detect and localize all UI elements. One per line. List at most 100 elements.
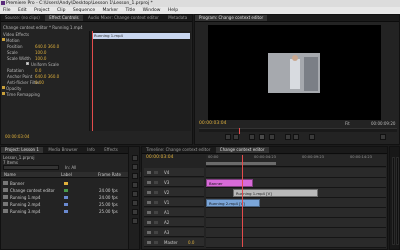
track-select-tool-icon[interactable] <box>132 164 138 170</box>
lock-icon[interactable] <box>154 191 158 194</box>
lock-icon[interactable] <box>154 171 158 174</box>
step-forward-button[interactable] <box>269 134 275 140</box>
tab-program[interactable]: Program: Change context editor <box>195 15 268 21</box>
menu-window[interactable]: Window <box>140 7 164 14</box>
slip-tool-icon[interactable] <box>132 191 138 197</box>
tab-sequence[interactable]: Change context editor <box>215 147 269 153</box>
property-anchor-point[interactable]: Anchor Point 640.0 360.0 <box>7 74 59 79</box>
lock-icon[interactable] <box>154 181 158 184</box>
step-back-button[interactable] <box>249 134 255 140</box>
speaker-icon[interactable] <box>147 211 151 214</box>
property-scale-width[interactable]: Scale Width 100.0 <box>7 56 46 61</box>
property-motion[interactable]: Motion <box>2 38 20 43</box>
speaker-icon[interactable] <box>147 241 151 244</box>
project-list-item[interactable]: Running 3.mp4 25.00 fps <box>1 208 137 215</box>
property-time-remapping[interactable]: Time Remapping <box>2 92 40 97</box>
timeline-timecode[interactable]: 00:00:03:04 <box>146 155 173 160</box>
eye-icon[interactable] <box>147 201 151 204</box>
tab-audio-mixer[interactable]: Audio Mixer: Change context editor <box>84 15 163 21</box>
project-list-item[interactable]: Running 2.mp4 25.00 fps <box>1 201 137 208</box>
property-value[interactable]: 640.0 360.0 <box>35 44 59 49</box>
track-header-v1[interactable]: V1 <box>144 198 204 207</box>
track-lane-a2[interactable] <box>206 218 386 228</box>
track-header-v3[interactable]: V3 <box>144 178 204 187</box>
property-value[interactable]: 0.0 <box>35 68 41 73</box>
mark-in-button[interactable] <box>225 134 231 140</box>
ripple-edit-tool-icon[interactable] <box>132 173 138 179</box>
tab-effect-controls[interactable]: Effect Controls <box>45 15 83 21</box>
pen-tool-icon[interactable] <box>132 200 138 206</box>
track-header-a3[interactable]: A3 <box>144 228 204 237</box>
speaker-icon[interactable] <box>147 221 151 224</box>
property-value[interactable]: 100.0 <box>35 50 46 55</box>
program-timecode-left[interactable]: 00:00:03:04 <box>199 121 226 126</box>
tab-source[interactable]: Source: (no clips) <box>1 15 44 21</box>
effect-playhead[interactable] <box>92 31 93 131</box>
tab-timeline[interactable]: Timeline: Change context editor <box>142 147 214 153</box>
project-in-select[interactable]: In: All <box>65 165 76 170</box>
zoom-tool-icon[interactable] <box>132 218 138 224</box>
lock-icon[interactable] <box>154 211 158 214</box>
program-fit-select[interactable]: Fit <box>345 121 350 126</box>
track-volume[interactable]: 0.0 <box>188 240 194 245</box>
eye-icon[interactable] <box>147 171 151 174</box>
track-header-master[interactable]: Master 0.0 <box>144 238 204 247</box>
menu-sequence[interactable]: Sequence <box>70 7 98 14</box>
track-lane-master[interactable] <box>206 238 386 248</box>
selection-tool-icon[interactable] <box>132 155 138 161</box>
timeline-playhead[interactable] <box>242 155 243 247</box>
tab-info[interactable]: Info <box>83 147 99 153</box>
razor-tool-icon[interactable] <box>132 182 138 188</box>
property-opacity[interactable]: Opacity <box>2 86 21 91</box>
menu-help[interactable]: Help <box>165 7 181 14</box>
property-position[interactable]: Position 640.0 360.0 <box>7 44 59 49</box>
hand-tool-icon[interactable] <box>132 209 138 215</box>
menu-file[interactable]: File <box>0 7 14 14</box>
column-label[interactable]: Label <box>61 172 72 177</box>
lock-icon[interactable] <box>154 241 158 244</box>
lock-icon[interactable] <box>154 221 158 224</box>
play-button[interactable] <box>259 134 265 140</box>
checkbox-icon[interactable] <box>26 62 29 65</box>
program-video-viewer[interactable] <box>208 25 381 120</box>
track-header-a2[interactable]: A2 <box>144 218 204 227</box>
program-playhead[interactable] <box>239 128 240 134</box>
mark-out-button[interactable] <box>233 134 239 140</box>
track-header-v2[interactable]: V2 <box>144 188 204 197</box>
tab-metadata[interactable]: Metadata <box>164 15 191 21</box>
timeline-clip[interactable]: Banner <box>206 179 253 187</box>
speaker-icon[interactable] <box>147 231 151 234</box>
property-value[interactable]: 0.00 <box>35 80 44 85</box>
project-list-item[interactable]: Running 1.mp4 24.00 fps <box>1 194 137 201</box>
lock-icon[interactable] <box>154 231 158 234</box>
tab-media-browser[interactable]: Media Browser <box>44 147 82 153</box>
program-scrub-bar[interactable] <box>199 128 397 134</box>
timeline-clip[interactable]: Running 2.mp4 [V] <box>206 199 260 207</box>
property-value[interactable]: 100.0 <box>35 56 46 61</box>
effect-mini-timeline[interactable]: Running 1.mp4 <box>89 31 191 131</box>
project-list-item[interactable]: Change context editor 24.00 fps <box>1 187 137 194</box>
column-name[interactable]: Name <box>4 172 16 177</box>
menu-marker[interactable]: Marker <box>100 7 122 14</box>
lift-button[interactable] <box>285 134 291 140</box>
menu-title[interactable]: Title <box>123 7 139 14</box>
property-value[interactable]: 640.0 360.0 <box>35 74 59 79</box>
track-lane-v4[interactable] <box>206 168 386 178</box>
extract-button[interactable] <box>293 134 299 140</box>
menu-edit[interactable]: Edit <box>15 7 30 14</box>
track-header-a1[interactable]: A1 <box>144 208 204 217</box>
tab-project[interactable]: Project: Lesson 1 <box>1 147 43 153</box>
effect-timecode[interactable]: 00:00:03:04 <box>5 134 29 139</box>
menu-clip[interactable]: Clip <box>54 7 69 14</box>
property-rotation[interactable]: Rotation 0.0 <box>7 68 41 73</box>
tab-effects[interactable]: Effects <box>100 147 122 153</box>
eye-icon[interactable] <box>147 191 151 194</box>
project-search-input[interactable] <box>3 165 59 170</box>
effect-clip-bar[interactable]: Running 1.mp4 <box>92 33 190 39</box>
work-area-bar[interactable] <box>206 162 276 165</box>
timeline-ruler[interactable]: 00:00 00:00:04:23 00:00:09:23 00:00:14:2… <box>206 155 386 167</box>
property-uniform-scale[interactable]: Uniform Scale <box>26 62 59 67</box>
track-lane-a3[interactable] <box>206 228 386 238</box>
timeline-clip[interactable]: Running 1.mp4 [V] <box>233 189 318 197</box>
settings-button[interactable] <box>380 134 386 140</box>
